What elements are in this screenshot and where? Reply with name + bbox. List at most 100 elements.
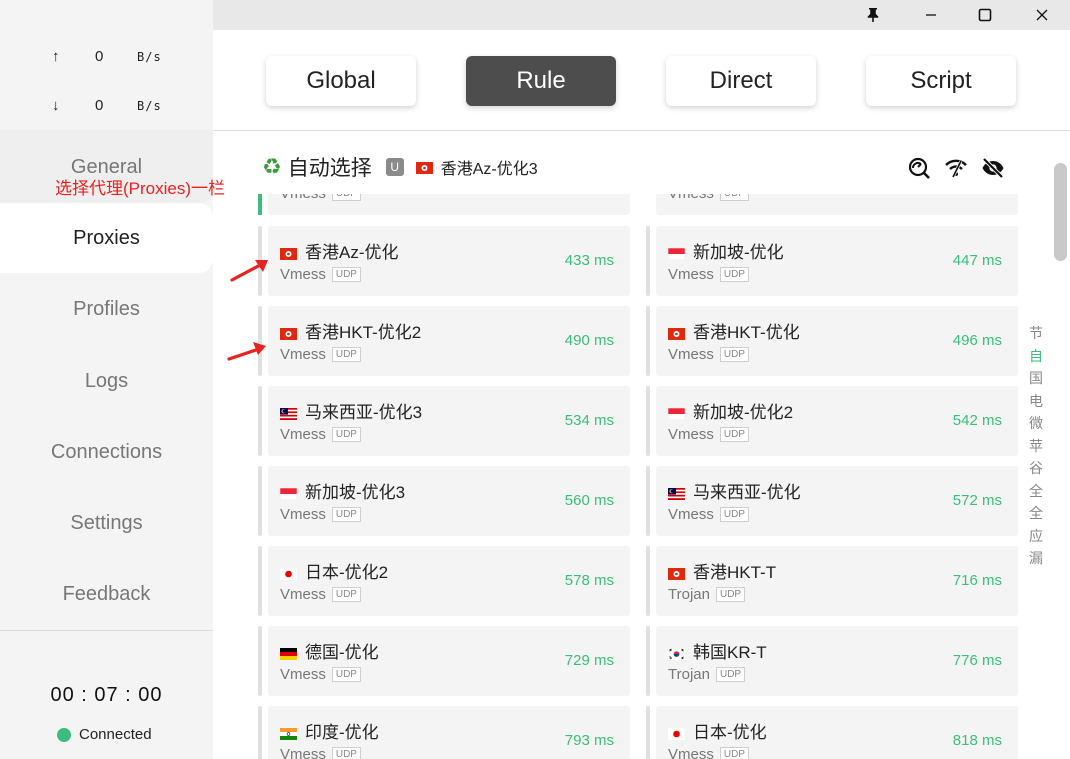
proxy-delay[interactable]: 490 ms (565, 332, 614, 349)
proxy-delay[interactable]: 776 ms (953, 652, 1002, 669)
proxy-type: Trojan UDP (668, 586, 746, 603)
index-letter[interactable]: 漏 (1027, 547, 1045, 570)
index-letter[interactable]: 自 (1027, 345, 1045, 368)
connection-label: Connected (79, 726, 152, 743)
proxy-delay[interactable]: 534 ms (565, 412, 614, 429)
index-letter[interactable]: 谷 (1027, 457, 1045, 480)
proxy-delay[interactable]: 729 ms (565, 652, 614, 669)
proxy-type: Vmess UDP (668, 194, 749, 202)
udp-badge: UDP (715, 587, 746, 602)
proxy-card[interactable]: 日本-优化 Vmess UDP 818 ms (646, 706, 1018, 759)
sidebar-item-proxies[interactable]: Proxies (0, 203, 213, 273)
proxy-card[interactable]: 香港HKT-T Trojan UDP 716 ms (646, 546, 1018, 616)
index-letter[interactable]: 应 (1027, 525, 1045, 548)
proxy-type: Vmess UDP (668, 346, 749, 363)
proxy-card[interactable]: 马来西亚-优化 Vmess UDP 572 ms (646, 466, 1018, 536)
mode-script-button[interactable]: Script (866, 56, 1016, 106)
close-icon[interactable] (1022, 0, 1062, 30)
minimize-icon[interactable] (911, 0, 951, 30)
index-letter[interactable]: 节 (1027, 322, 1045, 345)
proxy-type: Vmess UDP (668, 266, 749, 283)
card-indicator (258, 466, 262, 536)
proxy-card[interactable]: 德国-优化 Vmess UDP 729 ms (258, 626, 630, 696)
sidebar-item-logs[interactable]: Logs (0, 346, 213, 416)
upload-unit: B/s (137, 50, 162, 64)
udp-badge: UDP (331, 747, 361, 759)
proxy-name: 香港HKT-T (668, 558, 776, 583)
sidebar-item-profiles[interactable]: Profiles (0, 274, 213, 344)
hide-unavailable-icon[interactable] (981, 156, 1005, 180)
proxy-delay[interactable]: 447 ms (953, 252, 1002, 269)
proxy-card[interactable]: 香港HKT-优化2 Vmess UDP 490 ms (258, 306, 630, 376)
proxy-type: Vmess UDP (668, 426, 749, 443)
proxy-delay[interactable]: 793 ms (565, 732, 614, 749)
udp-badge: UDP (719, 747, 749, 759)
proxy-name-label: 日本-优化 (693, 723, 767, 742)
proxy-type: Vmess UDP (280, 666, 361, 683)
proxy-type: Vmess UDP (280, 746, 361, 759)
proxy-delay[interactable]: 716 ms (953, 572, 1002, 589)
proxy-name: 马来西亚-优化3 (280, 398, 422, 423)
traffic-panel: ↑ 0 B/s ↓ 0 B/s (0, 30, 213, 130)
download-unit: B/s (137, 99, 162, 113)
proxy-card[interactable]: 新加坡-优化2 Vmess UDP 542 ms (646, 386, 1018, 456)
proxy-delay[interactable]: 496 ms (953, 332, 1002, 349)
card-indicator (646, 226, 650, 296)
maximize-icon[interactable] (965, 0, 1005, 30)
index-letter[interactable]: 国 (1027, 367, 1045, 390)
annotation-arrow-icon (227, 342, 266, 361)
wifi-icon[interactable] (944, 156, 968, 180)
proxy-card[interactable]: 香港HKT-优化 Vmess UDP 496 ms (646, 306, 1018, 376)
proxy-card[interactable]: 香港Az-优化 Vmess UDP 433 ms (258, 226, 630, 296)
card-indicator (258, 626, 262, 696)
proxy-group-header[interactable]: ♻ 自动选择 U 香港Az-优化3 (262, 150, 538, 184)
proxy-card[interactable]: 新加坡-优化 Vmess UDP 447 ms (646, 226, 1018, 296)
proxy-delay[interactable]: 572 ms (953, 492, 1002, 509)
mode-global-button[interactable]: Global (266, 56, 416, 106)
proxy-card[interactable]: 印度-优化 Vmess UDP 793 ms (258, 706, 630, 759)
latency-test-icon[interactable] (907, 156, 931, 180)
udp-badge: UDP (719, 507, 749, 522)
proxy-type-label: Vmess (668, 426, 714, 443)
sidebar-item-feedback[interactable]: Feedback (0, 559, 213, 629)
proxy-name-label: 日本-优化2 (305, 563, 389, 582)
upload-value: 0 (95, 48, 104, 65)
sidebar-item-settings[interactable]: Settings (0, 488, 213, 558)
proxy-type: Vmess UDP (280, 426, 361, 443)
card-indicator (646, 626, 650, 696)
proxy-delay[interactable]: 818 ms (953, 732, 1002, 749)
proxy-type-label: Vmess (280, 426, 326, 443)
index-letter[interactable]: 电 (1027, 390, 1045, 413)
proxy-type: Vmess UDP (280, 266, 361, 283)
proxy-card[interactable]: 马来西亚-优化3 Vmess UDP 534 ms (258, 386, 630, 456)
proxy-card[interactable]: 新加坡-优化3 Vmess UDP 560 ms (258, 466, 630, 536)
proxy-delay[interactable]: 433 ms (565, 252, 614, 269)
proxy-name: 香港Az-优化 (280, 238, 399, 263)
index-letter[interactable]: 微 (1027, 412, 1045, 435)
mode-direct-button[interactable]: Direct (666, 56, 816, 106)
group-index-strip: 节自国电微苹谷全全应漏 (1027, 322, 1045, 570)
proxy-name: 韩国KR-T (668, 638, 767, 663)
card-indicator (646, 466, 650, 536)
hk-flag-icon (668, 565, 685, 580)
scrollbar-thumb[interactable] (1054, 163, 1067, 261)
proxy-name: 德国-优化 (280, 638, 379, 663)
index-letter[interactable]: 苹 (1027, 435, 1045, 458)
proxy-delay[interactable]: 542 ms (953, 412, 1002, 429)
proxy-card[interactable]: 日本-优化2 Vmess UDP 578 ms (258, 546, 630, 616)
index-letter[interactable]: 全 (1027, 502, 1045, 525)
proxy-type-label: Vmess (668, 346, 714, 363)
proxy-delay[interactable]: 578 ms (565, 572, 614, 589)
proxy-delay[interactable]: 560 ms (565, 492, 614, 509)
proxy-type-label: Vmess (668, 506, 714, 523)
pin-icon[interactable] (853, 0, 893, 30)
proxy-type-label: Vmess (280, 586, 326, 603)
sidebar-item-connections[interactable]: Connections (0, 417, 213, 487)
mode-rule-button[interactable]: Rule (466, 56, 616, 106)
sg-flag-icon (667, 245, 686, 260)
sidebar-bottom-divider (0, 630, 213, 631)
index-letter[interactable]: 全 (1027, 480, 1045, 503)
proxy-card[interactable]: 韩国KR-T Trojan UDP 776 ms (646, 626, 1018, 696)
udp-badge: UDP (331, 347, 361, 362)
group-type-badge: U (385, 158, 404, 176)
